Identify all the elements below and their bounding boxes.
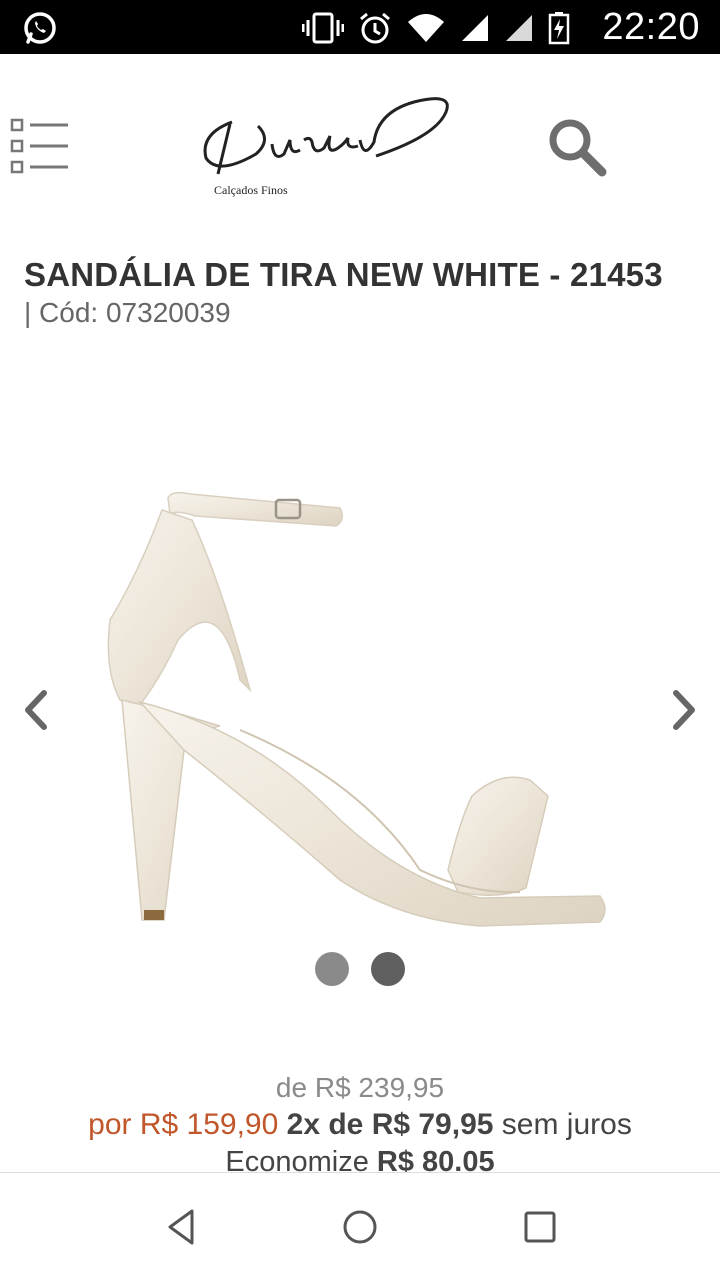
product-title: SANDÁLIA DE TIRA NEW WHITE - 21453 [24, 256, 663, 293]
status-icons [302, 10, 570, 46]
back-triangle-icon[interactable] [162, 1207, 202, 1247]
price-line: por R$ 159,90 2x de R$ 79,95 sem juros [0, 1106, 720, 1144]
list-menu-icon[interactable] [10, 116, 72, 176]
signal-icon [462, 15, 488, 41]
product-carousel[interactable] [0, 340, 720, 1000]
alarm-icon [360, 12, 390, 44]
home-circle-icon[interactable] [340, 1207, 380, 1247]
status-time: 22:20 [602, 6, 700, 48]
installments: 2x de R$ 79,95 [286, 1108, 494, 1141]
whatsapp-icon [20, 10, 60, 46]
carousel-dots [0, 952, 720, 986]
price-block: de R$ 239,95 por R$ 159,90 2x de R$ 79,9… [0, 1070, 720, 1180]
old-price: de R$ 239,95 [275, 1072, 445, 1103]
wifi-icon [408, 14, 444, 42]
system-nav-bar [0, 1172, 720, 1280]
search-icon[interactable] [544, 114, 608, 178]
product-code: | Cód: 07320039 [24, 297, 231, 328]
recent-square-icon[interactable] [520, 1207, 560, 1247]
current-price: por R$ 159,90 [88, 1108, 279, 1141]
brand-logo[interactable]: Calçados Finos [192, 82, 462, 202]
signal-icon [506, 15, 532, 41]
status-bar: 22:20 [0, 0, 720, 54]
chevron-right-icon[interactable] [664, 685, 704, 735]
logo-subtitle: Calçados Finos [214, 183, 288, 197]
vibrate-icon [302, 12, 344, 44]
sandal-image [100, 480, 620, 950]
carousel-dot[interactable] [315, 952, 349, 986]
installments-suffix: sem juros [501, 1108, 632, 1141]
battery-icon [548, 12, 570, 45]
chevron-left-icon[interactable] [16, 685, 56, 735]
site-header: Calçados Finos [0, 54, 720, 234]
carousel-dot-active[interactable] [371, 952, 405, 986]
